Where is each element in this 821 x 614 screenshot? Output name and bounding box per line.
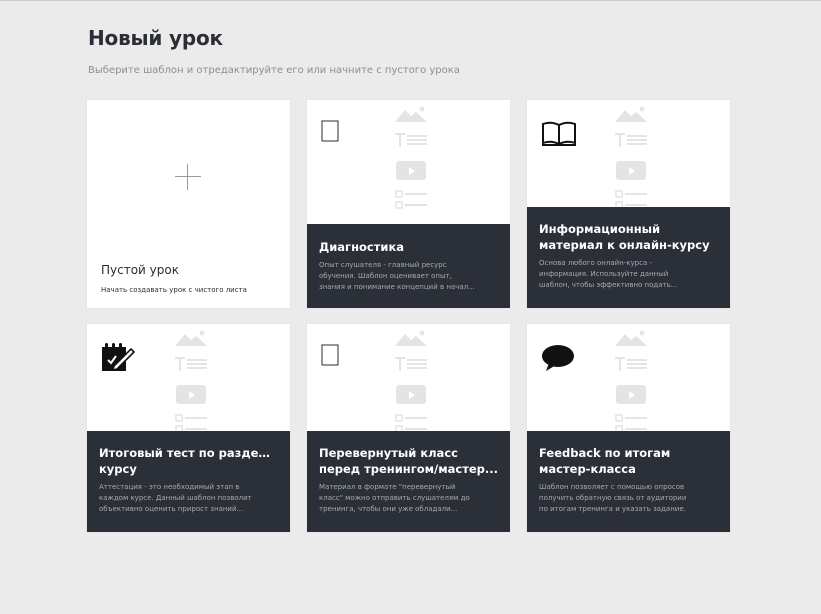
card-title: Feedback по итогам мастер-класса [539, 446, 671, 476]
video-block-icon [616, 161, 646, 180]
card-title: Пустой урок [101, 263, 179, 277]
blank-page-icon [321, 120, 339, 142]
card-title: Перевернутый класс перед тренингом/масте… [319, 446, 498, 476]
page-subtitle: Выберите шаблон и отредактируйте его или… [88, 65, 460, 76]
template-grid: Пустой урок Начать создавать урок с чист… [87, 100, 730, 532]
card-description: Материал в формате "перевернутый класс" … [319, 483, 470, 513]
text-block-icon [175, 357, 207, 371]
card-info-panel: Диагностика Опыт слушателя - главный рес… [307, 224, 510, 308]
open-book-icon [542, 121, 576, 146]
image-block-icon [395, 106, 427, 122]
card-title: Информационный материал к онлайн-курсу [539, 222, 710, 252]
card-info-panel: Feedback по итогам мастер-класса Шаблон … [527, 431, 730, 532]
card-description: Начать создавать урок с чистого листа [101, 286, 247, 294]
template-card-feedback[interactable]: Feedback по итогам мастер-класса Шаблон … [527, 324, 730, 532]
text-block-icon [395, 133, 427, 147]
video-block-icon [176, 385, 206, 404]
blank-page-icon [321, 344, 339, 366]
speech-bubble-icon [542, 345, 574, 371]
card-info-panel: Перевернутый класс перед тренингом/масте… [307, 431, 510, 532]
card-title: Диагностика [319, 240, 405, 254]
top-divider [0, 0, 821, 1]
card-info-panel: Информационный материал к онлайн-курсу О… [527, 207, 730, 308]
text-block-icon [395, 357, 427, 371]
card-description: Шаблон позволяет с помощью опросов получ… [539, 483, 687, 513]
text-block-icon [615, 357, 647, 371]
plus-icon [175, 164, 201, 190]
card-info-panel: Итоговый тест по разделу/ курсу Аттестац… [87, 431, 290, 532]
image-block-icon [175, 330, 207, 346]
card-title: Итоговый тест по разделу/ курсу [99, 446, 278, 476]
video-block-icon [396, 385, 426, 404]
page-title: Новый урок [88, 26, 223, 50]
text-block-icon [615, 133, 647, 147]
template-card-diagnostics[interactable]: Диагностика Опыт слушателя - главный рес… [307, 100, 510, 308]
card-description: Аттестация - это необходимый этап в кажд… [99, 483, 252, 513]
template-card-info-material[interactable]: Информационный материал к онлайн-курсу О… [527, 100, 730, 308]
video-block-icon [396, 161, 426, 180]
image-block-icon [615, 106, 647, 122]
video-block-icon [616, 385, 646, 404]
template-card-flipped-class[interactable]: Перевернутый класс перед тренингом/масте… [307, 324, 510, 532]
image-block-icon [395, 330, 427, 346]
blank-lesson-card[interactable]: Пустой урок Начать создавать урок с чист… [87, 100, 290, 308]
test-notepad-icon [102, 343, 135, 372]
quiz-block-icon [395, 190, 427, 209]
card-description: Основа любого онлайн-курса - информация.… [539, 259, 678, 289]
card-description: Опыт слушателя - главный ресурс обучения… [319, 261, 475, 291]
image-block-icon [615, 330, 647, 346]
template-card-final-test[interactable]: Итоговый тест по разделу/ курсу Аттестац… [87, 324, 290, 532]
